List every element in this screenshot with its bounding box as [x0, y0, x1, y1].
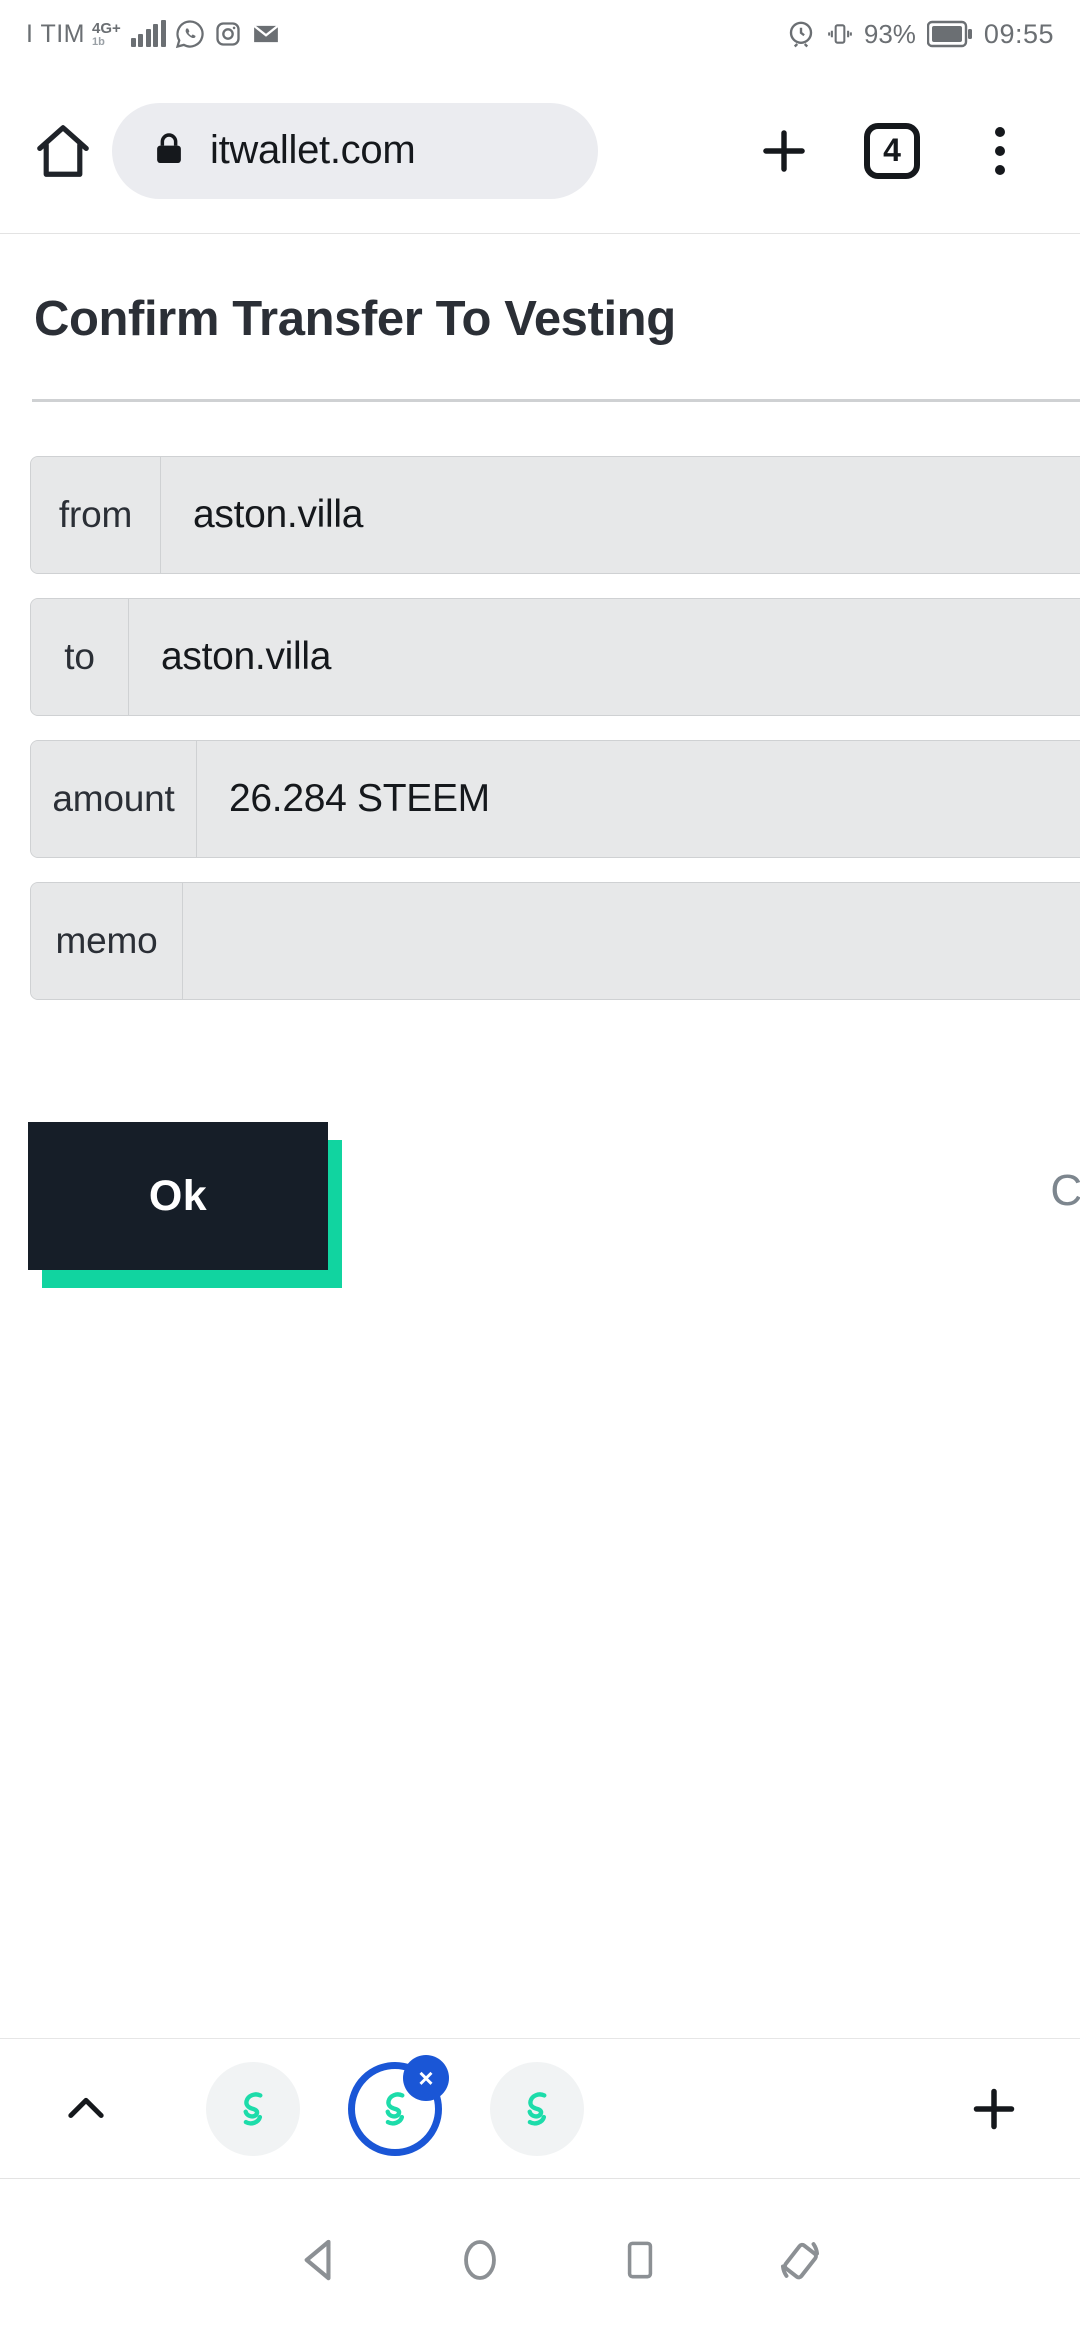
tab-list: × [206, 2054, 584, 2156]
battery-percent: 93% [863, 18, 916, 49]
row-value-to: aston.villa [129, 599, 1080, 715]
steem-favicon [527, 2091, 547, 2126]
row-label-amount: amount [31, 741, 197, 857]
action-buttons: Ok Ca [0, 1122, 1080, 1292]
row-label-from: from [31, 457, 161, 573]
home-icon[interactable] [26, 120, 100, 182]
browser-toolbar: itwallet.com 4 [0, 68, 1080, 234]
chevron-up-icon[interactable] [56, 2083, 116, 2135]
gmail-icon [251, 19, 281, 49]
home-circle-icon[interactable] [432, 2212, 528, 2308]
ok-button[interactable]: Ok [28, 1122, 328, 1270]
transfer-details-table: from aston.villa to aston.villa amount 2… [0, 456, 1080, 1000]
tab-switcher-button[interactable]: 4 [838, 97, 946, 205]
toolbar-actions: 4 [730, 97, 1054, 205]
title-divider [32, 399, 1080, 402]
row-value-amount: 26.284 STEEM [197, 741, 1080, 857]
carrier-label: I TIM [26, 19, 85, 48]
recents-square-icon[interactable] [592, 2212, 688, 2308]
android-nav-bar [0, 2178, 1080, 2340]
status-bar-left: I TIM 4G+ 1b [26, 19, 281, 49]
instagram-icon [214, 20, 242, 48]
tab-item[interactable] [206, 2061, 300, 2156]
steem-favicon [243, 2091, 263, 2126]
add-tab-button[interactable] [964, 2079, 1024, 2139]
row-label-memo: memo [31, 883, 183, 999]
phone-screen: I TIM 4G+ 1b 93% 09:55 itwallet.com 4 Co… [0, 0, 1080, 2340]
url-text: itwallet.com [210, 128, 416, 172]
page-content: Confirm Transfer To Vesting from aston.v… [0, 235, 1080, 2040]
table-row: memo [30, 882, 1080, 1000]
new-tab-button[interactable] [730, 97, 838, 205]
row-label-to: to [31, 599, 129, 715]
overflow-menu-icon[interactable] [946, 97, 1054, 205]
alarm-icon [786, 19, 816, 49]
cancel-button[interactable]: Ca [1050, 1166, 1080, 1216]
url-bar[interactable]: itwallet.com [112, 102, 598, 199]
signal-bars-icon [130, 20, 166, 47]
network-type: 4G+ 1b [91, 19, 121, 48]
status-clock: 09:55 [983, 18, 1054, 49]
tab-strip: × [0, 2038, 1080, 2178]
whatsapp-icon [175, 19, 205, 49]
lock-icon [150, 129, 188, 172]
ok-button-wrapper: Ok [28, 1122, 342, 1288]
battery-icon [926, 20, 973, 48]
tab-item[interactable] [490, 2061, 584, 2156]
tab-count-label: 4 [864, 122, 920, 179]
table-row: from aston.villa [30, 456, 1080, 574]
vibrate-icon [827, 19, 853, 49]
rotate-screen-icon[interactable] [752, 2212, 848, 2308]
row-value-from: aston.villa [161, 457, 1080, 573]
table-row: to aston.villa [30, 598, 1080, 716]
table-row: amount 26.284 STEEM [30, 740, 1080, 858]
tab-item-active[interactable]: × [348, 2054, 449, 2156]
back-icon[interactable] [272, 2212, 368, 2308]
row-value-memo [183, 883, 1080, 999]
status-bar-right: 93% 09:55 [786, 19, 1054, 50]
status-bar: I TIM 4G+ 1b 93% 09:55 [0, 0, 1080, 68]
page-title: Confirm Transfer To Vesting [34, 292, 676, 346]
close-icon[interactable]: × [403, 2054, 449, 2101]
